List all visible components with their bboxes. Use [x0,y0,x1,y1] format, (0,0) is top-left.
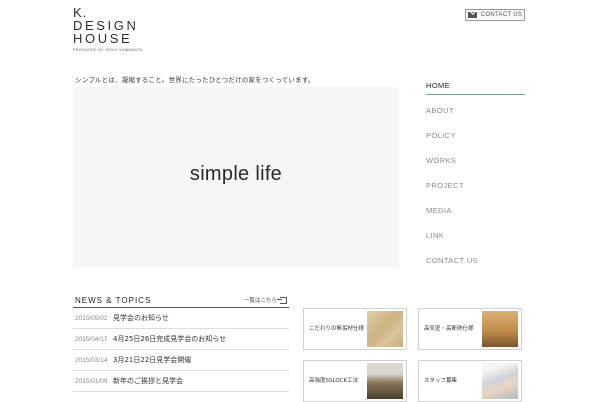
news-title: NEWS & TOPICS [75,295,152,305]
site-logo[interactable]: K. DESIGN HOUSE PRODUCED BY KENJI KAWAMA… [73,6,143,52]
handshake-image [482,363,518,399]
nav-item-about[interactable]: ABOUT [426,101,525,126]
news-item[interactable]: 2015/03/14 3月21日22日見学会開催 [73,350,289,371]
hero-image: simple life [73,87,399,267]
card-label: スタッフ募集 [424,378,458,384]
timber-frame-image [482,311,518,347]
hero-text: simple life [189,163,283,185]
logo-line-3: HOUSE [73,31,133,46]
news-date: 2015/05/02 [75,314,108,322]
card-label: 高強度SSLOCK工法 [309,378,359,384]
nav-item-works[interactable]: WORKS [426,151,525,176]
news-text: 新年のご挨拶と見学会 [113,377,183,385]
card-label: 高気密・高断熱仕様 [424,326,474,332]
contact-us-label: CONTACT US [480,12,523,18]
nav-item-project[interactable]: PROJECT [426,176,525,201]
news-date: 2015/04/17 [75,335,108,343]
news-item[interactable]: 2015/04/17 4月25日26日完成見学会のお知らせ [73,329,289,350]
nav-item-home[interactable]: HOME [426,76,525,95]
news-text: 4月25日26日完成見学会のお知らせ [113,335,227,343]
nav-item-link[interactable]: LINK [426,226,525,251]
card-insulation[interactable]: 高気密・高断熱仕様 [418,308,522,350]
news-more-link[interactable]: 一覧はこちら [244,296,287,304]
news-date: 2015/01/09 [75,377,108,385]
news-header: NEWS & TOPICS 一覧はこちら [73,294,289,308]
news-date: 2015/03/14 [75,356,108,364]
news-text: 3月21日22日見学会開催 [113,356,192,364]
tagline: シンプルとは、凝縮すること。世界にたったひとつだけの家をつくっています。 [75,76,315,84]
wood-texture-image [367,311,403,347]
logo-subtitle: PRODUCED BY KENJI KAWAMATA [73,48,143,52]
news-more-label: 一覧はこちら [243,298,277,304]
mail-icon [467,12,477,18]
card-sslock[interactable]: 高強度SSLOCK工法 [303,360,407,402]
news-text: 見学会のお知らせ [113,314,169,322]
contact-us-button[interactable]: CONTACT US [465,9,525,21]
external-arrow-icon [277,296,287,304]
news-item[interactable]: 2015/05/02 見学会のお知らせ [73,308,289,329]
nav-item-policy[interactable]: POLICY [426,126,525,151]
card-solid-wood[interactable]: こだわりの無垢材仕様 [303,308,407,350]
nav-item-contact[interactable]: CONTACT US [426,251,525,276]
card-recruit[interactable]: スタッフ募集 [418,360,522,402]
main-nav: HOME ABOUT POLICY WORKS PROJECT MEDIA LI… [426,76,525,276]
news-item[interactable]: 2015/01/09 新年のご挨拶と見学会 [73,371,289,392]
house-model-image [367,363,403,399]
news-section: NEWS & TOPICS 一覧はこちら 2015/05/02 見学会のお知らせ… [73,294,289,392]
nav-item-media[interactable]: MEDIA [426,201,525,226]
card-label: こだわりの無垢材仕様 [309,326,365,332]
